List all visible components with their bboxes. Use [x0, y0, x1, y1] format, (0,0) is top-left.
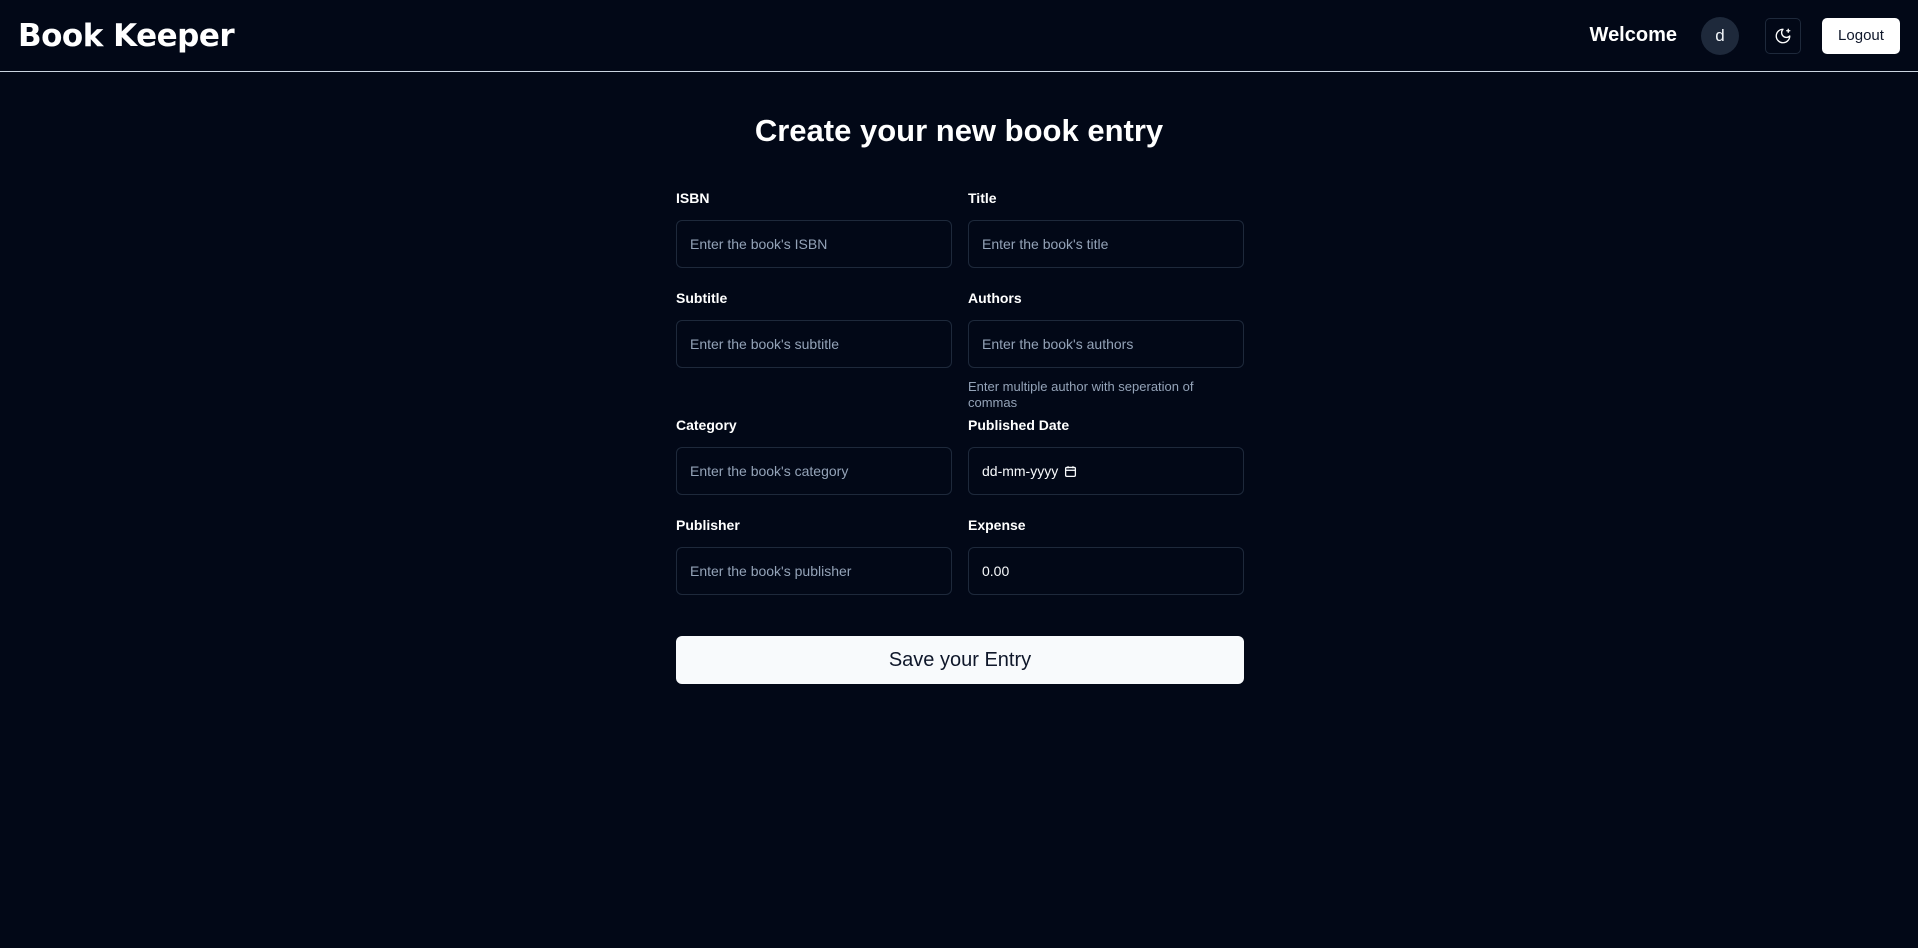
isbn-field-group: ISBN Enter the book's ISBN: [676, 190, 952, 268]
logout-button[interactable]: Logout: [1822, 17, 1900, 54]
authors-field-group: Authors Enter the book's authors Enter m…: [968, 290, 1244, 410]
navbar: Book Keeper Welcome d Logout: [0, 0, 1918, 72]
publisher-label: Publisher: [676, 517, 740, 533]
title-field-group: Title Enter the book's title: [968, 190, 1244, 268]
subtitle-field-group: Subtitle Enter the book's subtitle: [676, 290, 952, 395]
expense-input[interactable]: 0.00: [968, 547, 1244, 595]
moon-stars-icon: [1774, 27, 1792, 45]
welcome-text: Welcome: [1589, 24, 1677, 46]
authors-input[interactable]: Enter the book's authors: [968, 320, 1244, 368]
published-date-display: dd-mm-yyyy: [982, 463, 1059, 479]
published-date-label: Published Date: [968, 417, 1070, 433]
book-entry-form: ISBN Enter the book's ISBN Title Enter t…: [676, 190, 1244, 684]
navbar-actions: Welcome d Logout: [1590, 0, 1900, 71]
title-input[interactable]: Enter the book's title: [968, 220, 1244, 268]
page-title: Create your new book entry: [754, 113, 1164, 148]
isbn-input[interactable]: Enter the book's ISBN: [676, 220, 952, 268]
publisher-input[interactable]: Enter the book's publisher: [676, 547, 952, 595]
isbn-label: ISBN: [676, 190, 710, 206]
expense-label: Expense: [968, 517, 1026, 533]
category-label: Category: [676, 417, 737, 433]
authors-label: Authors: [968, 290, 1022, 306]
category-field-group: Category Enter the book's category: [676, 417, 952, 495]
theme-toggle-button[interactable]: [1765, 17, 1801, 54]
published-date-input[interactable]: dd-mm-yyyy: [968, 447, 1244, 495]
save-entry-button[interactable]: Save your Entry: [676, 636, 1244, 684]
form-grid: ISBN Enter the book's ISBN Title Enter t…: [676, 190, 1244, 617]
publisher-field-group: Publisher Enter the book's publisher: [676, 517, 952, 595]
published-date-field-group: Published Date dd-mm-yyyy: [968, 417, 1244, 495]
subtitle-label: Subtitle: [676, 290, 728, 306]
calendar-icon[interactable]: [1064, 465, 1077, 478]
title-label: Title: [968, 190, 997, 206]
authors-hint: Enter multiple author with seperation of…: [968, 379, 1194, 410]
avatar[interactable]: d: [1701, 16, 1739, 55]
expense-field-group: Expense 0.00: [968, 517, 1244, 595]
subtitle-input[interactable]: Enter the book's subtitle: [676, 320, 952, 368]
category-input[interactable]: Enter the book's category: [676, 447, 952, 495]
app-brand[interactable]: Book Keeper: [18, 18, 235, 54]
